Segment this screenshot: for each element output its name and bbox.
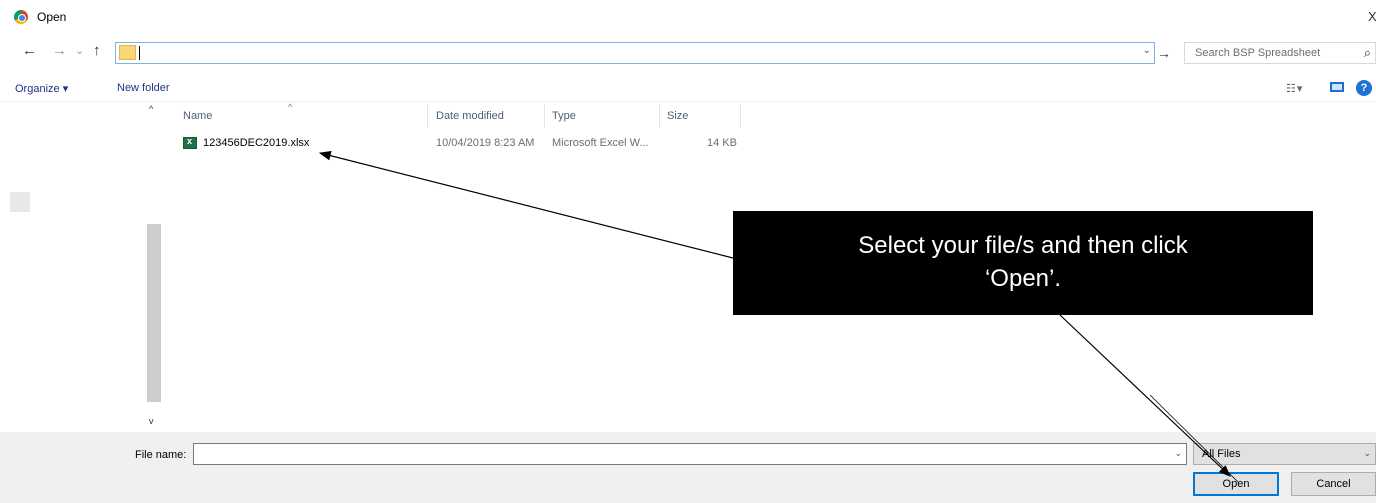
column-divider[interactable] [544, 104, 545, 128]
chrome-icon [14, 10, 28, 24]
scroll-thumb[interactable] [147, 224, 161, 402]
address-bar[interactable]: ⌄ [115, 42, 1155, 64]
sort-ascending-icon: ^ [288, 102, 293, 112]
callout-line-1: Select your file/s and then click [858, 232, 1188, 259]
address-dropdown-button[interactable]: ⌄ [1143, 45, 1151, 56]
organize-button[interactable]: Organize ▾ [15, 82, 68, 95]
file-name-label: File name: [135, 449, 187, 461]
forward-button[interactable]: → [52, 42, 67, 60]
new-folder-button[interactable]: New folder [117, 82, 170, 94]
go-button[interactable]: → [1157, 45, 1171, 61]
address-row: ← → ⌄ ↑ ⌄ → Search BSP Spreadsheet ⌕ [0, 38, 1376, 66]
column-divider[interactable] [427, 104, 428, 128]
recent-locations-dropdown[interactable]: ⌄ [75, 42, 84, 60]
back-button[interactable]: ← [22, 42, 37, 60]
dialog-footer: File name: ⌄ All Files ⌄ Open Cancel [0, 432, 1376, 503]
chevron-down-icon[interactable]: ⌄ [1174, 448, 1182, 459]
command-toolbar: Organize ▾ New folder ☷ ▾ ? [0, 74, 1376, 102]
file-date-modified: 10/04/2019 8:23 AM [436, 137, 535, 149]
file-size: 14 KB [707, 137, 737, 149]
file-name[interactable]: 123456DEC2019.xlsx [203, 137, 309, 149]
chevron-down-icon[interactable]: ⌄ [1363, 448, 1371, 459]
excel-file-icon [183, 136, 197, 149]
window-title: Open [37, 10, 67, 24]
column-header-name[interactable]: Name [183, 110, 212, 122]
column-divider[interactable] [740, 104, 741, 128]
preview-pane-icon[interactable] [1330, 82, 1344, 92]
file-type-value: All Files [1202, 448, 1241, 460]
file-row[interactable]: 123456DEC2019.xlsx 10/04/2019 8:23 AM Mi… [163, 132, 743, 154]
column-header-type[interactable]: Type [552, 110, 576, 122]
text-caret [139, 46, 140, 60]
views-icon[interactable]: ☷ ▾ [1286, 82, 1302, 95]
column-divider[interactable] [659, 104, 660, 128]
nav-selection-highlight [10, 192, 30, 212]
search-placeholder: Search BSP Spreadsheet [1195, 47, 1321, 59]
navigation-pane[interactable] [0, 102, 160, 432]
file-type: Microsoft Excel W... [552, 137, 649, 149]
file-type-select[interactable]: All Files ⌄ [1193, 443, 1376, 465]
scroll-up-icon[interactable]: ^ [149, 104, 153, 114]
cancel-button[interactable]: Cancel [1291, 472, 1376, 496]
search-input[interactable]: Search BSP Spreadsheet ⌕ [1184, 42, 1376, 64]
column-header-date-modified[interactable]: Date modified [436, 110, 504, 122]
instruction-callout: Select your file/s and then click ‘Open’… [733, 211, 1313, 315]
file-name-field[interactable]: ⌄ [193, 443, 1187, 465]
column-header-size[interactable]: Size [667, 110, 688, 122]
open-button[interactable]: Open [1193, 472, 1279, 496]
callout-line-2: ‘Open’. [984, 265, 1062, 292]
search-icon[interactable]: ⌕ [1364, 45, 1371, 61]
title-bar: Open X [0, 0, 1376, 34]
close-button[interactable]: X [1368, 9, 1376, 24]
up-button[interactable]: ↑ [93, 42, 101, 60]
folder-icon [119, 45, 136, 60]
scroll-down-icon[interactable]: v [149, 416, 154, 426]
help-icon[interactable]: ? [1356, 80, 1372, 96]
nav-scrollbar[interactable]: ^ v [147, 102, 161, 432]
